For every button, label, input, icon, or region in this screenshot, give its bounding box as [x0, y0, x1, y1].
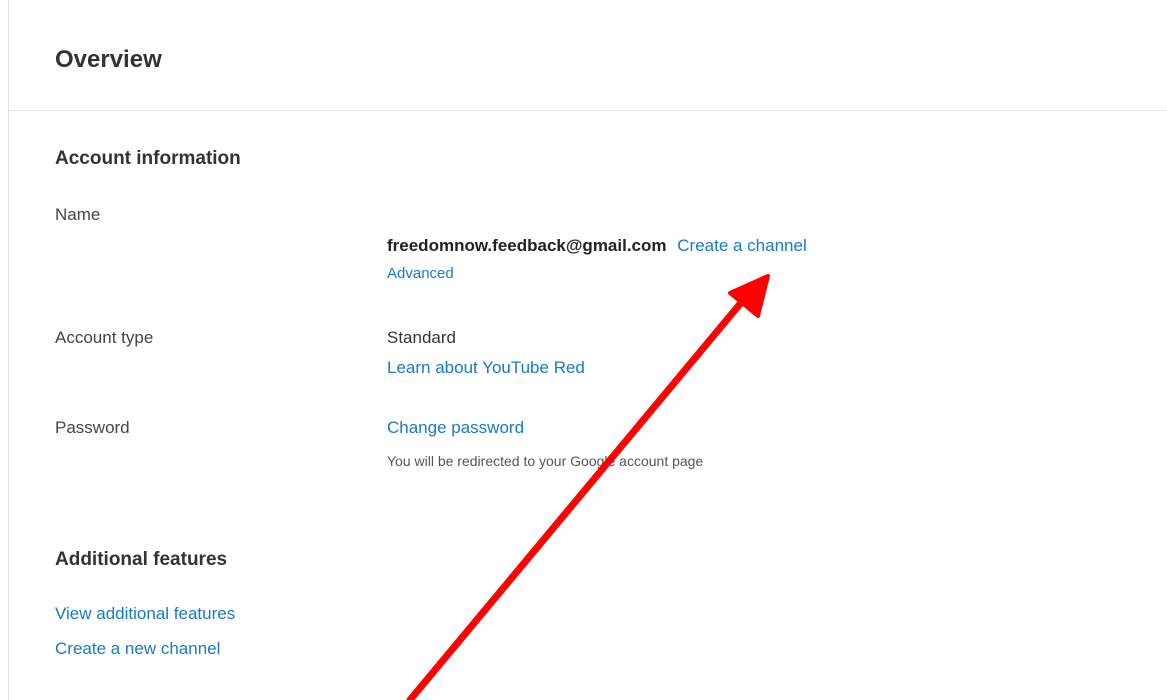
account-overview-page: Overview Account information Name freedo…: [0, 0, 1167, 700]
advanced-link[interactable]: Advanced: [387, 265, 454, 282]
create-channel-link[interactable]: Create a channel: [677, 236, 806, 255]
account-email: freedomnow.feedback@gmail.com: [387, 236, 667, 255]
account-type-label: Account type: [55, 328, 154, 347]
create-new-channel-link[interactable]: Create a new channel: [55, 639, 220, 659]
account-type-value: Standard: [387, 328, 456, 347]
account-information-heading: Account information: [55, 148, 241, 169]
page-title: Overview: [55, 46, 162, 73]
additional-features-heading: Additional features: [55, 549, 228, 570]
password-helper-text: You will be redirected to your Google ac…: [387, 453, 704, 469]
password-label: Password: [55, 418, 130, 437]
change-password-link[interactable]: Change password: [387, 418, 524, 438]
name-label: Name: [55, 205, 101, 224]
name-value-row: freedomnow.feedback@gmail.com Create a c…: [387, 236, 807, 256]
learn-youtube-red-link[interactable]: Learn about YouTube Red: [387, 358, 585, 378]
page-header: Overview: [9, 0, 1167, 111]
view-additional-features-link[interactable]: View additional features: [55, 604, 235, 624]
